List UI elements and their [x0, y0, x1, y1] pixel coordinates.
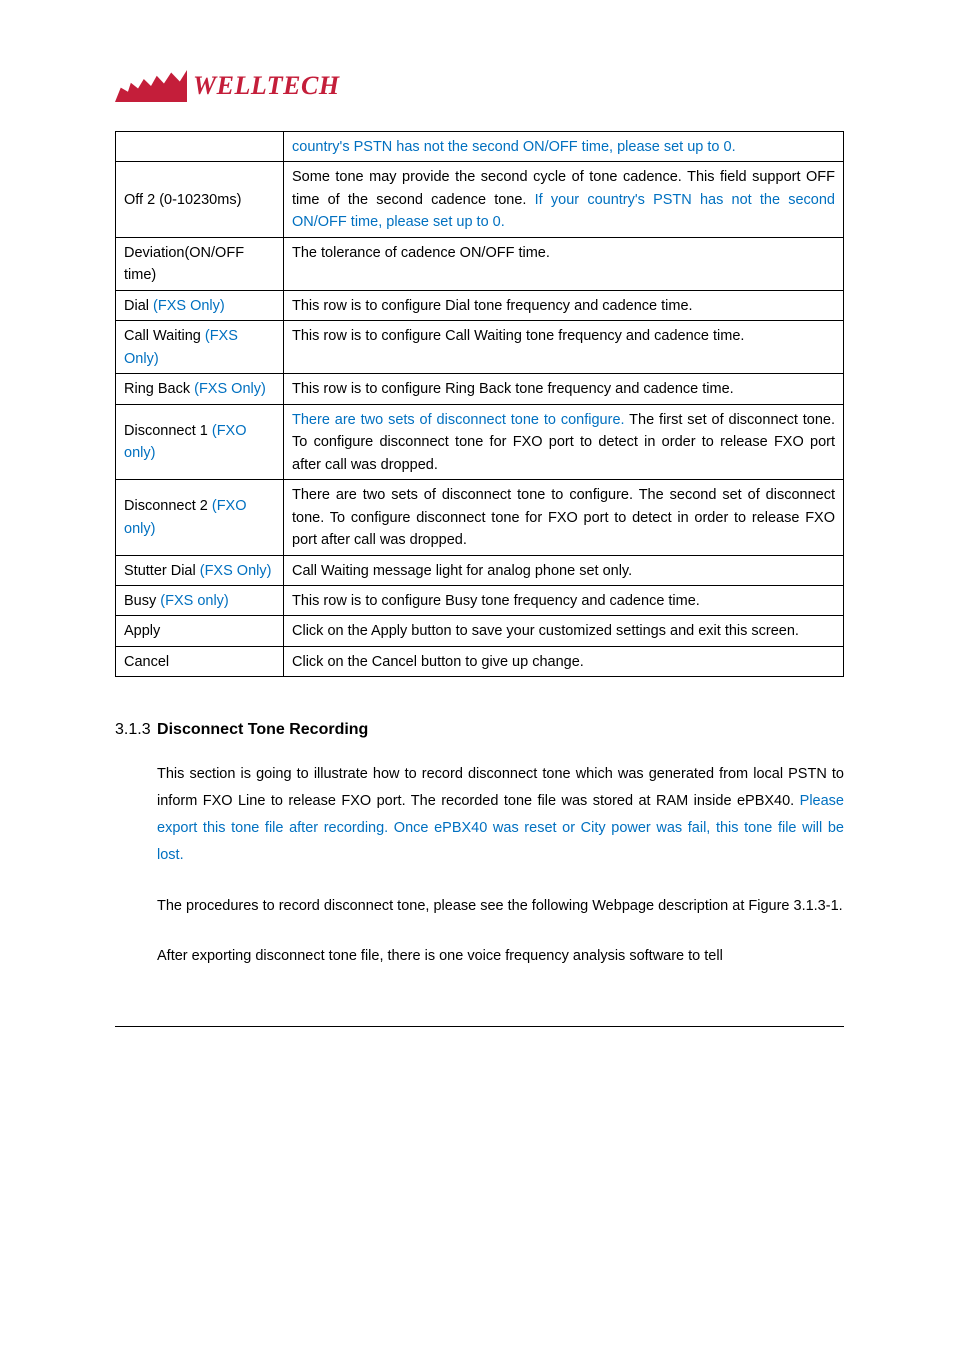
section-heading: 3.1.3 Disconnect Tone Recording	[115, 721, 844, 739]
row-description: country's PSTN has not the second ON/OFF…	[284, 132, 844, 162]
spec-table: country's PSTN has not the second ON/OFF…	[115, 131, 844, 677]
welltech-logo-icon	[115, 70, 187, 102]
table-row: country's PSTN has not the second ON/OFF…	[116, 132, 844, 162]
row-description: The tolerance of cadence ON/OFF time.	[284, 237, 844, 290]
row-label: Stutter Dial (FXS Only)	[116, 555, 284, 585]
row-description: Call Waiting message light for analog ph…	[284, 555, 844, 585]
row-label: Ring Back (FXS Only)	[116, 374, 284, 404]
row-label: Call Waiting (FXS Only)	[116, 321, 284, 374]
table-row: Disconnect 2 (FXO only)There are two set…	[116, 480, 844, 555]
table-row: CancelClick on the Cancel button to give…	[116, 646, 844, 676]
table-row: Call Waiting (FXS Only)This row is to co…	[116, 321, 844, 374]
table-row: Busy (FXS only)This row is to configure …	[116, 585, 844, 615]
row-description: This row is to configure Busy tone frequ…	[284, 585, 844, 615]
footer-divider	[115, 1026, 844, 1027]
table-row: Dial (FXS Only)This row is to configure …	[116, 290, 844, 320]
row-description: Some tone may provide the second cycle o…	[284, 162, 844, 237]
row-description: This row is to configure Ring Back tone …	[284, 374, 844, 404]
logo: WELLTECH	[115, 70, 844, 107]
page-container: WELLTECH country's PSTN has not the seco…	[0, 0, 954, 1117]
row-label: Cancel	[116, 646, 284, 676]
paragraph-3: After exporting disconnect tone file, th…	[157, 943, 844, 970]
table-row: Disconnect 1 (FXO only)There are two set…	[116, 404, 844, 479]
logo-text: WELLTECH	[193, 71, 340, 101]
spec-table-body: country's PSTN has not the second ON/OFF…	[116, 132, 844, 677]
row-description: This row is to configure Dial tone frequ…	[284, 290, 844, 320]
table-row: Ring Back (FXS Only)This row is to confi…	[116, 374, 844, 404]
row-label: Deviation(ON/OFF time)	[116, 237, 284, 290]
row-label	[116, 132, 284, 162]
heading-title: Disconnect Tone Recording	[157, 721, 368, 738]
row-description: There are two sets of disconnect tone to…	[284, 480, 844, 555]
paragraph-2: The procedures to record disconnect tone…	[157, 893, 844, 920]
row-label: Busy (FXS only)	[116, 585, 284, 615]
table-row: Deviation(ON/OFF time)The tolerance of c…	[116, 237, 844, 290]
row-description: Click on the Cancel button to give up ch…	[284, 646, 844, 676]
table-row: Stutter Dial (FXS Only)Call Waiting mess…	[116, 555, 844, 585]
row-label: Disconnect 1 (FXO only)	[116, 404, 284, 479]
paragraph-1: This section is going to illustrate how …	[157, 761, 844, 868]
row-label: Dial (FXS Only)	[116, 290, 284, 320]
row-label: Disconnect 2 (FXO only)	[116, 480, 284, 555]
heading-number: 3.1.3	[115, 721, 151, 738]
row-description: There are two sets of disconnect tone to…	[284, 404, 844, 479]
row-label: Off 2 (0-10230ms)	[116, 162, 284, 237]
table-row: Off 2 (0-10230ms)Some tone may provide t…	[116, 162, 844, 237]
table-row: ApplyClick on the Apply button to save y…	[116, 616, 844, 646]
row-description: This row is to configure Call Waiting to…	[284, 321, 844, 374]
row-description: Click on the Apply button to save your c…	[284, 616, 844, 646]
row-label: Apply	[116, 616, 284, 646]
